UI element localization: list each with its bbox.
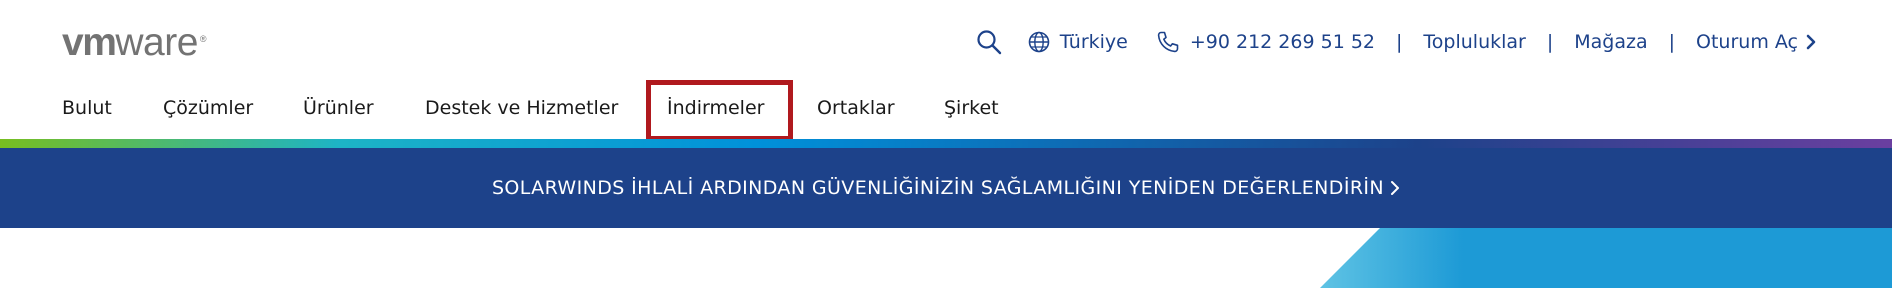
chevron-right-icon bbox=[1806, 34, 1816, 50]
nav-item-sirket[interactable]: Şirket bbox=[944, 84, 999, 138]
gradient-stripe bbox=[0, 139, 1892, 148]
announcement-banner[interactable]: SOLARWINDS İHLALİ ARDINDAN GÜVENLİĞİNİZİ… bbox=[0, 148, 1892, 228]
nav-item-cozumler[interactable]: Çözümler bbox=[163, 84, 253, 138]
nav-item-indirmeler[interactable]: İndirmeler bbox=[667, 84, 764, 138]
region-label: Türkiye bbox=[1059, 31, 1128, 53]
store-link[interactable]: Mağaza bbox=[1574, 31, 1647, 53]
chevron-right-icon-graphic bbox=[1391, 181, 1400, 195]
utility-separator: | bbox=[1546, 31, 1554, 53]
communities-link[interactable]: Topluluklar bbox=[1423, 31, 1525, 53]
search-icon-graphic bbox=[977, 30, 1001, 55]
page: vm ware ® Türkiye +90 212 269 51 52 | To… bbox=[0, 0, 1892, 288]
hero-graphic bbox=[0, 228, 1892, 288]
logo-ware: ware bbox=[115, 21, 198, 64]
logo-registered-mark: ® bbox=[199, 34, 207, 44]
chevron-right-icon bbox=[1390, 180, 1400, 196]
search-icon[interactable] bbox=[976, 29, 1002, 55]
banner-text: SOLARWINDS İHLALİ ARDINDAN GÜVENLİĞİNİZİ… bbox=[491, 177, 1385, 199]
nav-item-bulut[interactable]: Bulut bbox=[62, 84, 112, 138]
login-label: Oturum Aç bbox=[1696, 31, 1798, 53]
phone-icon bbox=[1156, 30, 1180, 54]
hero-shape bbox=[1320, 228, 1892, 288]
nav-item-ortaklar[interactable]: Ortaklar bbox=[817, 84, 895, 138]
phone-link[interactable]: +90 212 269 51 52 bbox=[1156, 30, 1375, 54]
region-selector[interactable]: Türkiye bbox=[1028, 31, 1128, 53]
phone-icon-graphic bbox=[1157, 31, 1179, 53]
utility-separator: | bbox=[1396, 31, 1403, 53]
login-link[interactable]: Oturum Aç bbox=[1696, 31, 1816, 53]
vmware-logo[interactable]: vm ware ® bbox=[62, 20, 207, 66]
nav-item-destek-ve-hizmetler[interactable]: Destek ve Hizmetler bbox=[425, 84, 618, 138]
globe-icon bbox=[1028, 31, 1050, 53]
nav-item-urunler[interactable]: Ürünler bbox=[303, 84, 374, 138]
utility-separator: | bbox=[1668, 31, 1676, 53]
chevron-right-icon-graphic bbox=[1806, 34, 1816, 50]
utility-nav: Türkiye +90 212 269 51 52 | Topluluklar … bbox=[976, 24, 1816, 60]
phone-number: +90 212 269 51 52 bbox=[1189, 31, 1375, 53]
globe-icon-graphic bbox=[1028, 31, 1050, 53]
logo-vm: vm bbox=[62, 21, 117, 64]
